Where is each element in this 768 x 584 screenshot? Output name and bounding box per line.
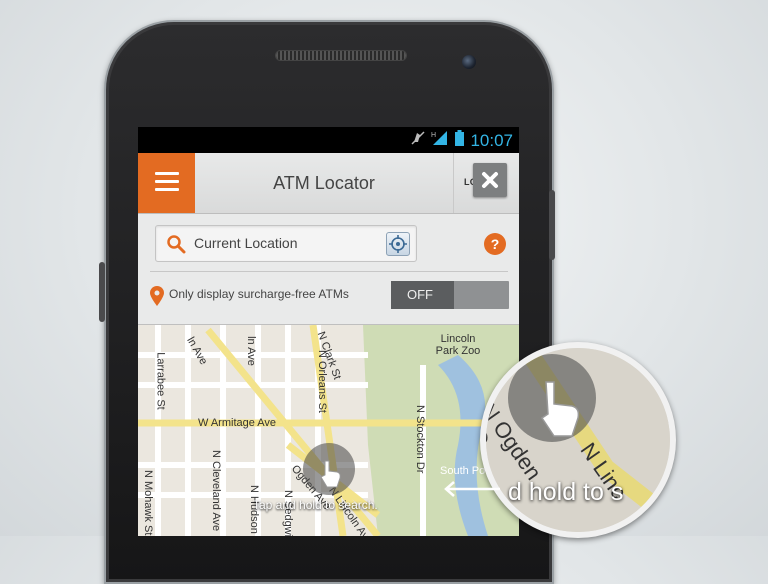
magnifier-loupe: N Ogden N Sed N Linc d hold to s <box>480 342 676 538</box>
phone-screen: H 10:07 ATM Locator LOGOUT <box>138 127 519 536</box>
menu-icon <box>155 172 179 175</box>
street-label: W Armitage Ave <box>198 417 277 429</box>
street-label: N Stockton Dr <box>414 405 426 474</box>
menu-icon <box>155 180 179 183</box>
search-icon <box>167 235 186 254</box>
touch-hand-icon <box>303 443 355 495</box>
search-value: Current Location <box>194 235 298 251</box>
help-button[interactable]: ? <box>484 233 506 255</box>
surcharge-free-toggle[interactable]: OFF <box>391 281 509 309</box>
close-icon <box>482 172 498 188</box>
question-icon: ? <box>490 236 500 252</box>
status-clock: 10:07 <box>470 130 513 150</box>
street-label: Larrabee St <box>154 352 167 410</box>
surcharge-free-label: Only display surcharge-free ATMs <box>169 287 349 301</box>
current-location-button[interactable] <box>386 232 410 256</box>
street-label: ln Ave <box>244 336 257 366</box>
svg-text:H: H <box>431 132 436 139</box>
menu-icon <box>155 188 179 191</box>
map-view[interactable]: Larrabee St ln Ave ln Ave W Armitage Ave… <box>138 325 519 536</box>
app-view: ATM Locator LOGOUT Current Location <box>138 153 519 536</box>
loupe-hint: d hold to s <box>508 478 624 506</box>
menu-button[interactable] <box>138 153 195 213</box>
status-icons: H 10:07 <box>411 130 513 151</box>
front-camera <box>462 55 476 69</box>
street-label: N Sedgwick St <box>282 490 294 536</box>
street-label: N Mohawk St <box>142 470 154 536</box>
title-bar: ATM Locator LOGOUT <box>138 153 519 214</box>
crosshair-icon <box>389 235 407 253</box>
loupe-street-label: N Sed <box>480 408 492 470</box>
location-search-input[interactable]: Current Location <box>155 225 417 262</box>
arrow-left-icon <box>444 481 500 497</box>
filter-row: Only display surcharge-free ATMs OFF <box>138 272 519 325</box>
close-button[interactable] <box>473 163 507 197</box>
map-pin-icon <box>150 286 164 306</box>
toggle-state: OFF <box>407 287 433 302</box>
street-label: N Cleveland Ave <box>210 450 222 532</box>
search-row: Current Location ? <box>138 214 519 270</box>
phone-side-button <box>549 190 555 260</box>
earpiece-speaker <box>276 51 406 60</box>
signal-icon: H <box>431 130 449 151</box>
page-title: ATM Locator <box>273 173 375 193</box>
poi-label: Lincoln Park Zoo <box>435 333 481 357</box>
tap-hint: Tap and hold to search. <box>253 498 378 512</box>
mute-icon <box>411 131 425 150</box>
toggle-knob: OFF <box>391 281 454 309</box>
phone-side-button <box>99 262 105 322</box>
logout-area[interactable]: LOGOUT <box>453 153 519 213</box>
battery-icon <box>455 130 465 151</box>
status-bar: H 10:07 <box>138 127 519 153</box>
